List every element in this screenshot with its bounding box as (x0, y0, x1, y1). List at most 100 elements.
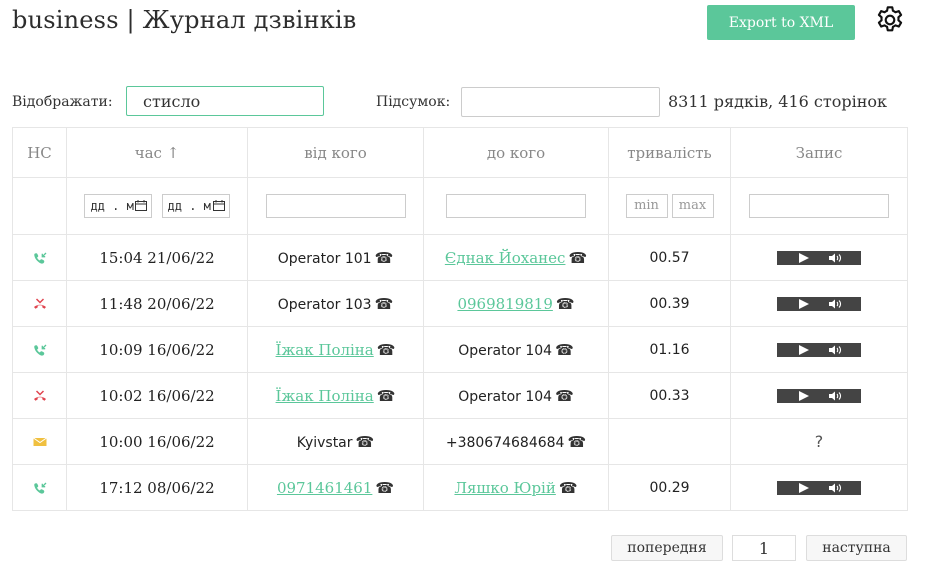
record-filter-input[interactable] (749, 194, 889, 218)
gear-icon[interactable] (874, 4, 906, 36)
export-xml-button[interactable]: Export to XML (707, 5, 855, 40)
column-header-time[interactable]: час ↑ (66, 127, 248, 178)
phone-icon[interactable]: ☎ (567, 433, 586, 451)
audio-player[interactable] (777, 296, 861, 311)
to-cell: Єднак Йоханес ☎ (423, 234, 609, 281)
table-row[interactable]: 10:09 16/06/22 Їжак Поліна ☎ Operator 104 ☎ 0… (12, 326, 908, 373)
record-cell (730, 234, 908, 281)
from-cell: Operator 101 ☎ (247, 234, 424, 281)
volume-icon[interactable] (828, 483, 844, 493)
column-header-to[interactable]: до кого (423, 127, 609, 178)
sms-icon (32, 434, 47, 450)
date-to-filter[interactable]: дд . м (161, 194, 230, 218)
missed-call-icon (33, 296, 47, 312)
to-link[interactable]: Ляшко Юрій (454, 479, 555, 497)
phone-icon[interactable]: ☎ (555, 341, 574, 359)
table-row[interactable]: 17:12 08/06/22 0971461461 ☎ Ляшко Юрій ☎ 00.2… (12, 464, 908, 511)
duration-cell: 01.16 (608, 326, 731, 373)
to-text: Operator 104 (458, 388, 553, 405)
rows-count-info: 8311 рядків, 416 сторінок (668, 92, 888, 111)
incoming-call-icon (33, 250, 47, 266)
duration-cell: 00.57 (608, 234, 731, 281)
phone-icon[interactable]: ☎ (375, 479, 394, 497)
record-cell (730, 464, 908, 511)
volume-icon[interactable] (828, 299, 844, 309)
play-icon[interactable] (799, 298, 809, 309)
from-cell: Operator 103 ☎ (247, 280, 424, 327)
play-icon[interactable] (799, 344, 809, 355)
volume-icon[interactable] (828, 253, 844, 263)
from-text: Kyivstar (296, 434, 353, 451)
calendar-icon[interactable] (212, 200, 225, 211)
phone-icon[interactable]: ☎ (555, 387, 574, 405)
to-text: +380674684684 (445, 434, 565, 451)
audio-player[interactable] (777, 480, 861, 495)
table-row[interactable]: 15:04 21/06/22 Operator 101 ☎ Єднак Йоханес… (12, 234, 908, 281)
duration-min-input[interactable]: min (625, 194, 668, 218)
column-header-from[interactable]: від кого (247, 127, 424, 178)
duration-cell: 00.39 (608, 280, 731, 327)
table-row[interactable]: 10:02 16/06/22 Їжак Поліна ☎ Operator 104 ☎ 0… (12, 372, 908, 419)
volume-icon[interactable] (828, 345, 844, 355)
display-label: Відображати: (12, 94, 113, 110)
duration-max-input[interactable]: max (671, 194, 714, 218)
to-text: Operator 104 (458, 342, 553, 359)
audio-player[interactable] (777, 342, 861, 357)
play-icon[interactable] (799, 252, 809, 263)
status-cell (12, 464, 67, 511)
incoming-call-icon (33, 480, 47, 496)
column-header-status[interactable]: НС (12, 127, 67, 178)
from-text: Operator 103 (277, 296, 372, 313)
phone-icon[interactable]: ☎ (375, 249, 394, 267)
audio-player[interactable] (777, 388, 861, 403)
summary-input[interactable] (461, 87, 660, 117)
date-from-filter[interactable]: дд . м (84, 194, 153, 218)
from-cell: 0971461461 ☎ (247, 464, 424, 511)
incoming-call-icon (33, 342, 47, 358)
record-cell (730, 326, 908, 373)
table-row[interactable]: 10:00 16/06/22 Kyivstar ☎ +380674684684 ☎? (12, 418, 908, 465)
volume-icon[interactable] (828, 391, 844, 401)
time-cell: 10:00 16/06/22 (66, 418, 248, 465)
missed-call-icon (33, 388, 47, 404)
column-header-duration[interactable]: тривалість (608, 127, 731, 178)
calendar-icon[interactable] (135, 200, 148, 211)
next-page-button[interactable]: наступна (806, 535, 907, 561)
phone-icon[interactable]: ☎ (568, 249, 587, 267)
status-cell (12, 326, 67, 373)
phone-icon[interactable]: ☎ (356, 433, 375, 451)
time-cell: 10:09 16/06/22 (66, 326, 248, 373)
display-mode-input[interactable] (126, 86, 324, 116)
time-cell: 15:04 21/06/22 (66, 234, 248, 281)
to-cell: +380674684684 ☎ (423, 418, 609, 465)
audio-player[interactable] (777, 250, 861, 265)
page-title: business | Журнал дзвінків (12, 6, 357, 34)
duration-cell: 00.29 (608, 464, 731, 511)
phone-icon[interactable]: ☎ (559, 479, 578, 497)
duration-cell (608, 418, 731, 465)
summary-label: Підсумок: (376, 94, 451, 110)
page-number-input[interactable] (732, 535, 796, 561)
to-link[interactable]: 0969819819 (457, 295, 552, 313)
to-cell: 0969819819 ☎ (423, 280, 609, 327)
prev-page-button[interactable]: попередня (611, 535, 723, 561)
to-filter-input[interactable] (446, 194, 586, 218)
play-icon[interactable] (799, 390, 809, 401)
phone-icon[interactable]: ☎ (375, 295, 394, 313)
record-cell (730, 372, 908, 419)
phone-icon[interactable]: ☎ (377, 387, 396, 405)
phone-icon[interactable]: ☎ (377, 341, 396, 359)
from-text: Operator 101 (277, 250, 372, 267)
table-row[interactable]: 11:48 20/06/22 Operator 103 ☎ 0969819819 ☎ 00… (12, 280, 908, 327)
from-link[interactable]: 0971461461 (277, 479, 372, 497)
duration-cell: 00.33 (608, 372, 731, 419)
to-link[interactable]: Єднак Йоханес (445, 249, 566, 267)
column-header-record[interactable]: Запис (730, 127, 908, 178)
record-unknown: ? (814, 432, 824, 451)
phone-icon[interactable]: ☎ (556, 295, 575, 313)
play-icon[interactable] (799, 482, 809, 493)
from-filter-input[interactable] (265, 194, 406, 218)
time-cell: 17:12 08/06/22 (66, 464, 248, 511)
from-link[interactable]: Їжак Поліна (276, 341, 374, 359)
from-link[interactable]: Їжак Поліна (276, 387, 374, 405)
